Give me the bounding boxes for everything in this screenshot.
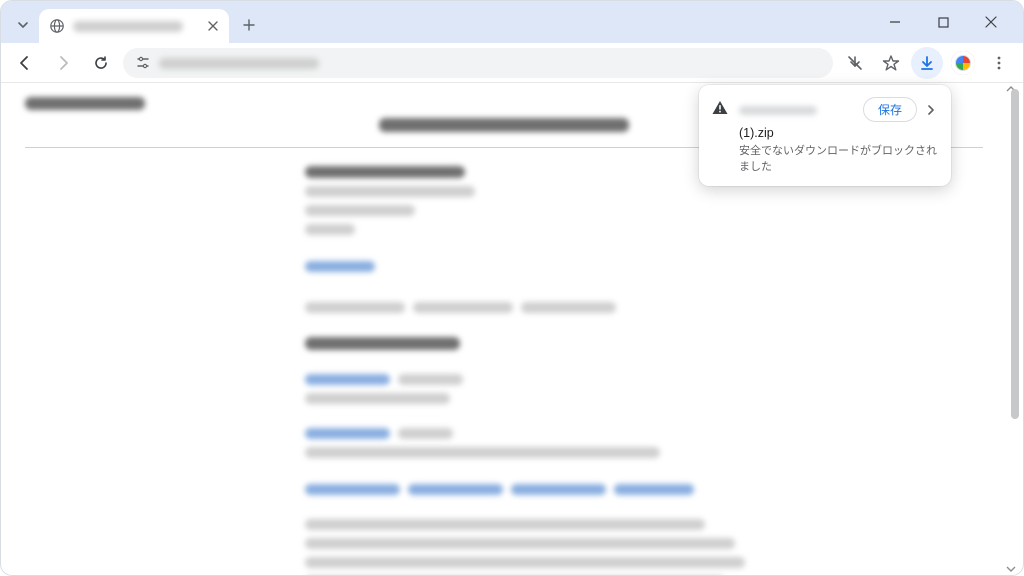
download-popup: 保存 (1).zip 安全でないダウンロードがブロックされました: [699, 85, 951, 186]
text-line: [305, 393, 450, 404]
text-line: [305, 302, 405, 313]
scroll-down-icon[interactable]: [1005, 563, 1017, 575]
chevron-right-icon[interactable]: [923, 102, 939, 118]
text-line: [398, 374, 463, 385]
tab-title: [73, 19, 205, 33]
globe-icon: [49, 18, 65, 34]
text-line: [305, 166, 465, 178]
menu-button[interactable]: [983, 47, 1015, 79]
page-subheading: [379, 118, 629, 132]
text-line: [305, 186, 475, 197]
text-line: [413, 302, 513, 313]
scrollbar[interactable]: [1009, 89, 1019, 569]
address-bar-text: [159, 55, 319, 70]
back-button[interactable]: [9, 47, 41, 79]
link[interactable]: [305, 484, 400, 495]
text-line: [305, 337, 460, 350]
window-controls: [879, 1, 1017, 43]
profile-avatar[interactable]: [947, 47, 979, 79]
text-line: [305, 557, 745, 568]
tab-strip: [1, 1, 1023, 43]
link[interactable]: [511, 484, 606, 495]
download-filename: (1).zip: [739, 126, 939, 140]
warning-icon: [711, 99, 729, 117]
download-block-message: 安全でないダウンロードがブロックされました: [739, 142, 939, 174]
download-save-button[interactable]: 保存: [863, 97, 917, 122]
text-line: [305, 538, 735, 549]
text-line: [305, 447, 660, 458]
maximize-button[interactable]: [927, 6, 959, 38]
tab-close-button[interactable]: [205, 18, 221, 34]
minimize-button[interactable]: [879, 6, 911, 38]
site-settings-icon[interactable]: [135, 55, 151, 71]
link[interactable]: [614, 484, 694, 495]
avatar-icon: [951, 51, 975, 75]
insecure-download-icon[interactable]: [839, 47, 871, 79]
text-line: [521, 302, 616, 313]
page-heading: [25, 97, 145, 110]
link[interactable]: [305, 428, 390, 439]
forward-button[interactable]: [47, 47, 79, 79]
download-source: [739, 103, 857, 117]
downloads-button[interactable]: [911, 47, 943, 79]
text-line: [305, 224, 355, 235]
new-tab-button[interactable]: [235, 11, 263, 39]
address-bar[interactable]: [123, 48, 833, 78]
tab-search-button[interactable]: [11, 13, 35, 37]
scrollbar-thumb[interactable]: [1011, 89, 1019, 419]
link[interactable]: [408, 484, 503, 495]
toolbar-right: [839, 47, 1015, 79]
bookmark-button[interactable]: [875, 47, 907, 79]
link[interactable]: [305, 261, 375, 272]
browser-tab[interactable]: [39, 9, 229, 43]
text-line: [305, 519, 705, 530]
text-line: [305, 205, 415, 216]
text-line: [398, 428, 453, 439]
browser-window: 保存 (1).zip 安全でないダウンロードがブロックされました: [0, 0, 1024, 576]
link[interactable]: [305, 374, 390, 385]
toolbar: [1, 43, 1023, 83]
reload-button[interactable]: [85, 47, 117, 79]
window-close-button[interactable]: [975, 6, 1007, 38]
